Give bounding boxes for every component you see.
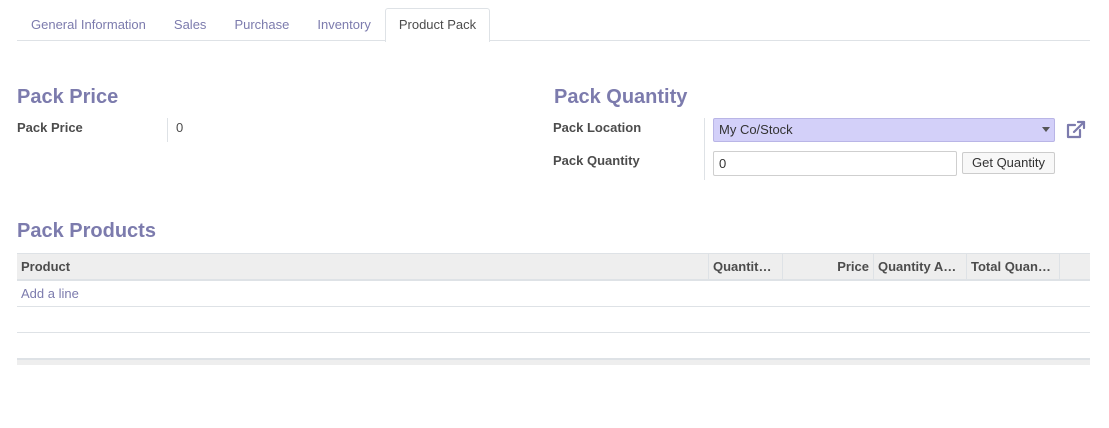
column-header-quantity-available[interactable]: Quantity A… bbox=[873, 254, 966, 280]
column-header-actions bbox=[1059, 254, 1090, 280]
pack-price-title: Pack Price bbox=[17, 86, 119, 108]
tab-general-information[interactable]: General Information bbox=[17, 8, 160, 41]
table-row bbox=[17, 307, 1090, 333]
pack-quantity-label: Pack Quantity bbox=[553, 153, 640, 168]
caret-down-icon bbox=[1042, 127, 1050, 132]
pack-price-value: 0 bbox=[176, 120, 184, 135]
get-quantity-button[interactable]: Get Quantity bbox=[962, 152, 1055, 174]
column-header-price[interactable]: Price bbox=[782, 254, 873, 280]
pack-location-label: Pack Location bbox=[553, 120, 642, 135]
field-separator bbox=[167, 118, 168, 142]
tab-product-pack[interactable]: Product Pack bbox=[384, 8, 491, 42]
pack-quantity-title: Pack Quantity bbox=[554, 86, 688, 108]
tab-purchase[interactable]: Purchase bbox=[220, 8, 303, 41]
table-footer bbox=[17, 359, 1090, 365]
pack-price-label: Pack Price bbox=[17, 120, 83, 135]
table-row bbox=[17, 333, 1090, 359]
tab-sales[interactable]: Sales bbox=[160, 8, 221, 41]
external-link-icon[interactable] bbox=[1065, 120, 1087, 140]
pack-products-table: Product Quantity… Price Quantity A… Tota… bbox=[17, 253, 1090, 365]
table-row: Add a line bbox=[17, 281, 1090, 307]
column-header-total-quantity[interactable]: Total Quan… bbox=[966, 254, 1059, 280]
tab-inventory[interactable]: Inventory bbox=[303, 8, 384, 41]
notebook-tabs: General Information Sales Purchase Inven… bbox=[17, 8, 1090, 42]
pack-products-title: Pack Products bbox=[17, 220, 156, 242]
add-line-link[interactable]: Add a line bbox=[21, 281, 79, 307]
column-header-product[interactable]: Product bbox=[17, 254, 708, 280]
pack-location-select[interactable]: My Co/Stock bbox=[713, 118, 1055, 142]
column-header-quantity[interactable]: Quantity… bbox=[708, 254, 782, 280]
table-header: Product Quantity… Price Quantity A… Tota… bbox=[17, 253, 1090, 281]
pack-location-value: My Co/Stock bbox=[719, 122, 793, 137]
pack-quantity-input[interactable]: 0 bbox=[713, 151, 957, 176]
field-separator bbox=[704, 118, 705, 180]
